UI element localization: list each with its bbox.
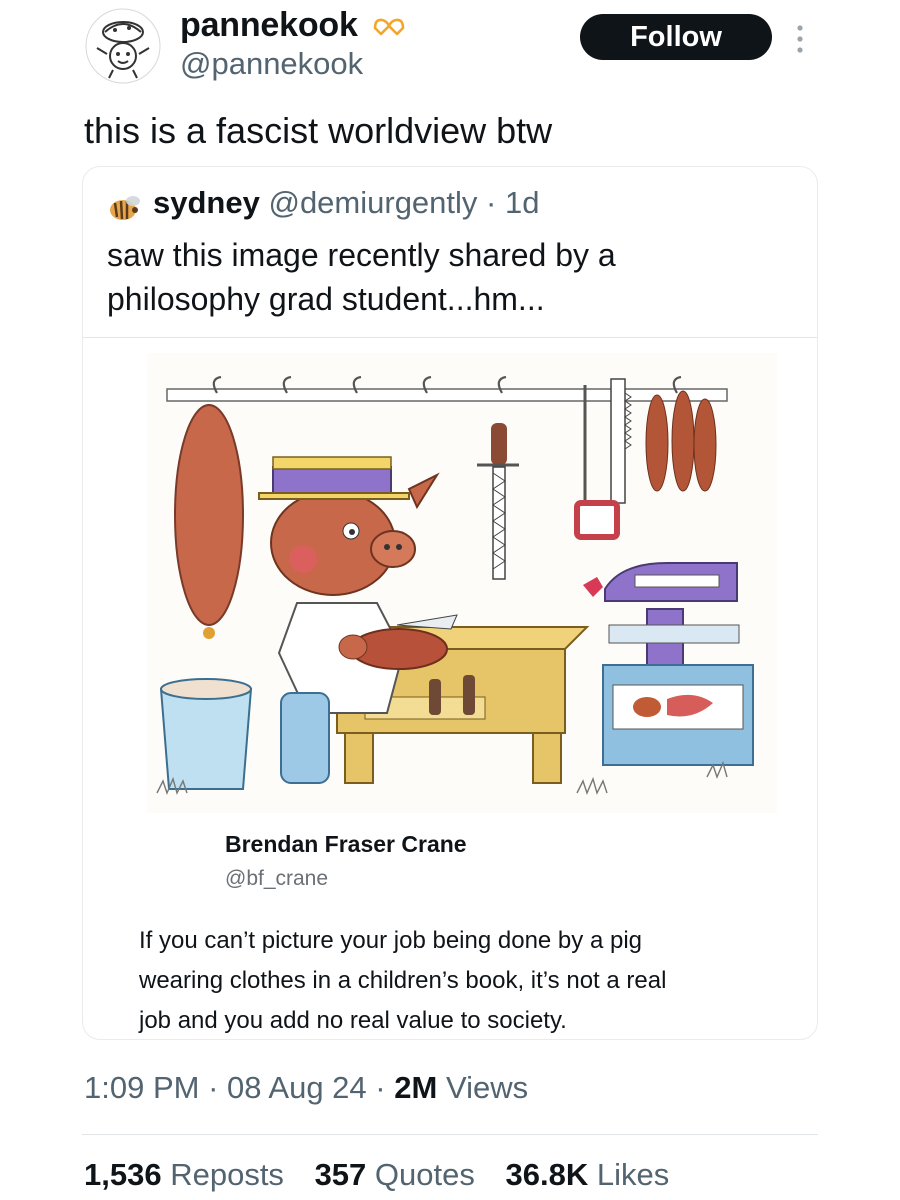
quoted-display-name[interactable]: sydney xyxy=(153,185,260,220)
views-count: 2M xyxy=(394,1070,438,1105)
embedded-post-display-name: Brendan Fraser Crane xyxy=(225,831,467,857)
heart-hands-icon xyxy=(372,16,406,40)
follow-button[interactable]: Follow xyxy=(580,14,772,60)
likes-label: Likes xyxy=(596,1157,670,1192)
embedded-post-text: If you can’t picture your job being done… xyxy=(139,927,667,1034)
pig-butcher-illustration[interactable] xyxy=(147,353,777,813)
quoted-handle[interactable]: @demiurgently xyxy=(268,185,477,220)
quoted-header: sydney @demiurgently · 1d xyxy=(153,185,539,221)
bee-avatar-icon[interactable] xyxy=(107,193,143,223)
embedded-post-handle: @bf_crane xyxy=(225,867,329,890)
quoted-media-divider xyxy=(83,337,817,338)
tweet-time[interactable]: 1:09 PM xyxy=(84,1070,199,1105)
quoted-timestamp[interactable]: 1d xyxy=(505,185,539,220)
author-display-name[interactable]: pannekook xyxy=(180,6,358,45)
quotes-label: Quotes xyxy=(374,1157,475,1192)
engagement-stats: 1,536 Reposts 357 Quotes 36.8K Likes xyxy=(84,1157,691,1193)
reposts-count: 1,536 xyxy=(84,1157,162,1192)
views-label: Views xyxy=(445,1070,529,1105)
vertical-ellipsis-icon[interactable] xyxy=(793,22,807,56)
author-avatar[interactable] xyxy=(85,8,161,84)
separator-dot: · xyxy=(375,1070,386,1105)
quotes-count: 357 xyxy=(314,1157,367,1192)
separator-dot: · xyxy=(208,1070,219,1105)
tweet-text: this is a fascist worldview btw xyxy=(84,110,553,151)
reposts-label: Reposts xyxy=(170,1157,284,1192)
quotes-stat[interactable]: 357 Quotes xyxy=(315,1157,475,1192)
separator-dot: · xyxy=(486,185,497,220)
quoted-tweet-card[interactable]: sydney @demiurgently · 1d saw this image… xyxy=(82,166,818,1040)
likes-stat[interactable]: 36.8K Likes xyxy=(506,1157,670,1192)
reposts-stat[interactable]: 1,536 Reposts xyxy=(84,1157,284,1192)
tweet-meta: 1:09 PM · 08 Aug 24 · 2M Views xyxy=(84,1070,528,1106)
author-handle[interactable]: @pannekook xyxy=(180,46,363,82)
tweet-date[interactable]: 08 Aug 24 xyxy=(227,1070,367,1105)
doodle-avatar-icon xyxy=(85,8,161,84)
likes-count: 36.8K xyxy=(505,1157,589,1192)
stats-divider xyxy=(82,1134,818,1135)
quoted-text: saw this image recently shared by a phil… xyxy=(107,237,616,317)
